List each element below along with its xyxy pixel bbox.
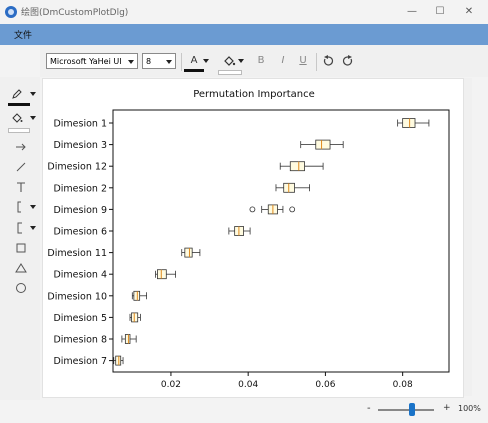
text-color-button[interactable]: A (184, 53, 204, 72)
paint-bucket-icon (224, 56, 236, 66)
chevron-down-icon (30, 226, 36, 230)
underline-button[interactable]: U (296, 53, 310, 69)
text-color-swatch (184, 69, 204, 72)
fill-color-dropdown[interactable] (238, 53, 247, 69)
pen-tool[interactable] (6, 86, 36, 106)
toolbar: Microsoft YaHei UI 8 A B I U (40, 45, 488, 77)
y-tick-label: Dimesion 1 (53, 119, 107, 130)
chevron-down-icon (30, 116, 36, 120)
arrow-icon (16, 143, 26, 151)
triangle-tool[interactable] (6, 260, 36, 276)
y-tick-label: Dimesion 12 (47, 162, 107, 173)
bold-button[interactable]: B (254, 53, 268, 69)
y-tick-label: Dimesion 4 (53, 270, 107, 281)
drawing-sidebar (0, 77, 40, 400)
text-color-dropdown[interactable] (203, 53, 212, 69)
maximize-button[interactable]: ☐ (426, 2, 454, 22)
ellipse-tool[interactable] (6, 280, 36, 296)
pen-icon (12, 89, 22, 99)
zoom-level: 100% (458, 404, 481, 413)
fill-color-button[interactable] (218, 53, 242, 75)
y-tick-label: Dimesion 8 (53, 335, 107, 346)
y-tick-label: Dimesion 7 (53, 356, 107, 367)
y-tick-label: Dimesion 6 (53, 227, 107, 238)
rectangle-tool[interactable] (6, 240, 36, 256)
fill-color-swatch (218, 70, 242, 75)
rectangle-icon (16, 243, 26, 253)
vertical-scrollbar[interactable] (464, 78, 472, 396)
y-tick-label: Dimesion 10 (47, 291, 107, 302)
zoom-out-button[interactable]: - (367, 403, 371, 414)
redo-button[interactable] (340, 53, 356, 69)
box (184, 247, 193, 258)
square-bracket-icon (17, 222, 22, 234)
font-size-value: 8 (146, 57, 152, 66)
menu-file[interactable]: 文件 (14, 28, 32, 41)
box (157, 269, 167, 280)
y-tick-label: Dimesion 3 (53, 140, 107, 151)
pen-color-swatch (8, 103, 30, 106)
x-tick-label: 0.02 (161, 380, 181, 390)
text-color-glyph: A (190, 55, 198, 66)
status-bar: - + 100% (0, 400, 488, 423)
plot-frame (112, 109, 450, 373)
y-tick-label: Dimesion 11 (47, 248, 107, 259)
circle-icon (16, 283, 26, 293)
fill-color-swatch (8, 128, 30, 133)
x-tick-label: 0.08 (393, 380, 413, 390)
font-family-select[interactable]: Microsoft YaHei UI (46, 53, 138, 69)
line-tool[interactable] (6, 159, 36, 175)
chevron-down-icon (166, 60, 172, 64)
x-tick-label: 0.04 (238, 380, 258, 390)
box (289, 161, 305, 172)
outlier-point (249, 206, 256, 213)
y-tick-label: Dimesion 9 (53, 205, 107, 216)
undo-icon (323, 55, 334, 66)
bracket-tool[interactable] (6, 199, 36, 215)
box (315, 139, 331, 150)
outlier-point (289, 206, 296, 213)
minimize-button[interactable]: — (398, 2, 426, 22)
close-button[interactable]: ✕ (455, 2, 483, 22)
undo-button[interactable] (320, 53, 336, 69)
zoom-in-button[interactable]: + (443, 403, 451, 413)
y-tick-label: Dimesion 5 (53, 313, 107, 324)
text-t-icon (17, 182, 25, 192)
zoom-slider-thumb[interactable] (408, 403, 415, 416)
boxplot-chart: Permutation Importance 0.02 0.04 0.06 0.08 D… (47, 89, 450, 390)
fill-tool[interactable] (6, 110, 36, 133)
line-icon (16, 162, 26, 172)
zoom-slider-track[interactable] (378, 409, 434, 411)
bracket-alt-tool[interactable] (6, 220, 36, 236)
arrow-tool[interactable] (6, 139, 36, 155)
chevron-down-icon (30, 205, 36, 209)
italic-button[interactable]: I (276, 53, 290, 69)
menu-bar: 文件 (0, 24, 488, 45)
redo-icon (342, 55, 353, 66)
text-tool[interactable] (6, 179, 36, 195)
box (115, 355, 122, 366)
app-icon (5, 6, 17, 18)
title-bar: 绘图(DmCustomPlotDlg) — ☐ ✕ (0, 0, 488, 24)
font-family-value: Microsoft YaHei UI (50, 57, 122, 66)
plot-canvas[interactable]: Permutation Importance 0.02 0.04 0.06 0.08 D… (42, 78, 464, 398)
chevron-down-icon (238, 59, 244, 63)
x-tick-label: 0.06 (315, 380, 335, 390)
chevron-down-icon (30, 92, 36, 96)
font-size-select[interactable]: 8 (142, 53, 176, 69)
chart-title: Permutation Importance (193, 89, 315, 100)
chevron-down-icon (128, 60, 134, 64)
box (133, 290, 141, 301)
y-tick-label: Dimesion 2 (53, 183, 107, 194)
box (124, 334, 131, 344)
chevron-down-icon (203, 59, 209, 63)
box (402, 118, 416, 128)
toolbar-separator (181, 53, 182, 71)
window-title: 绘图(DmCustomPlotDlg) (21, 8, 129, 18)
paint-bucket-icon (12, 113, 23, 123)
bracket-icon (17, 201, 21, 213)
toolbar-separator (316, 53, 317, 71)
triangle-icon (15, 263, 27, 273)
